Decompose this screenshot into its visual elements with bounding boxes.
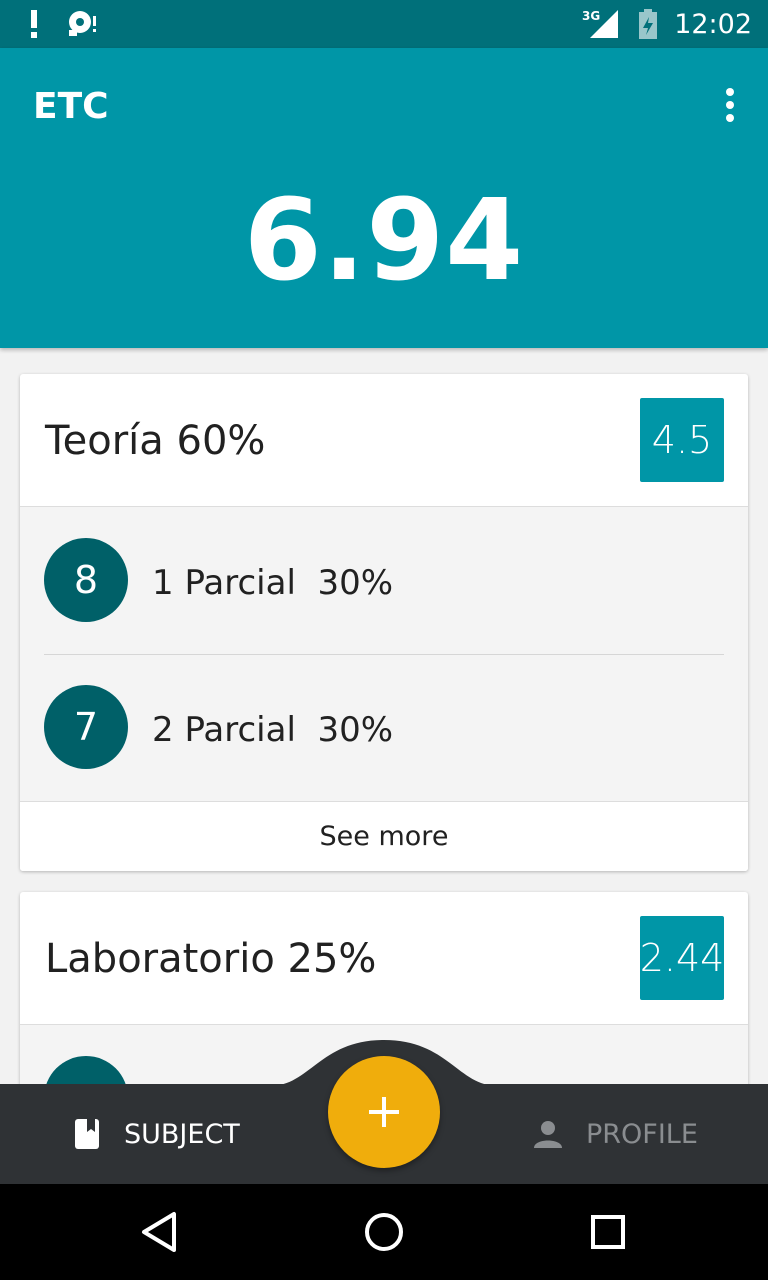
- more-vert-icon[interactable]: [724, 88, 736, 122]
- system-navigation-bar: [0, 1184, 768, 1280]
- home-icon[interactable]: [360, 1208, 408, 1256]
- app-title: ETC: [33, 86, 109, 127]
- clock: 12:02: [674, 8, 752, 40]
- back-icon[interactable]: [136, 1208, 184, 1256]
- card-score-badge: 4.5: [640, 398, 724, 482]
- status-bar: 3G 12:02: [0, 0, 768, 48]
- nav-profile[interactable]: PROFILE: [534, 1108, 698, 1160]
- see-more-button[interactable]: See more: [20, 801, 748, 871]
- person-icon: [534, 1121, 562, 1148]
- subject-card[interactable]: Teoría 60% 4.5 8 1 Parcial 30% 7 2 Parci…: [20, 374, 748, 871]
- debug-icon: [69, 11, 96, 36]
- card-title: Teoría 60%: [45, 418, 266, 464]
- card-header[interactable]: Laboratorio 25% 2.44: [20, 892, 748, 1025]
- grade-circle: 7: [44, 685, 128, 769]
- item-label: 1 Parcial 30%: [152, 563, 394, 603]
- alert-icon: [31, 10, 37, 38]
- book-icon: [75, 1119, 99, 1149]
- network-label: 3G: [582, 9, 600, 23]
- list-item[interactable]: 8 1 Parcial 30%: [20, 507, 748, 654]
- overall-grade: 6.94: [243, 176, 525, 306]
- card-score-badge: 2.44: [640, 916, 724, 1000]
- nav-subject-label: SUBJECT: [124, 1118, 240, 1150]
- item-label: 2 Parcial 30%: [152, 710, 394, 750]
- list-item[interactable]: 7 2 Parcial 30%: [20, 654, 748, 801]
- signal-icon: 3G: [582, 9, 619, 38]
- plus-icon: [369, 1097, 399, 1127]
- card-title: Laboratorio 25%: [45, 936, 377, 982]
- recents-icon[interactable]: [584, 1208, 632, 1256]
- nav-subject[interactable]: SUBJECT: [74, 1108, 240, 1160]
- nav-profile-label: PROFILE: [586, 1118, 698, 1150]
- card-header[interactable]: Teoría 60% 4.5: [20, 374, 748, 507]
- grade-circle: 8: [44, 538, 128, 622]
- add-button[interactable]: [328, 1056, 440, 1168]
- app-bar: ETC 6.94: [0, 48, 768, 348]
- battery-icon: [639, 9, 658, 39]
